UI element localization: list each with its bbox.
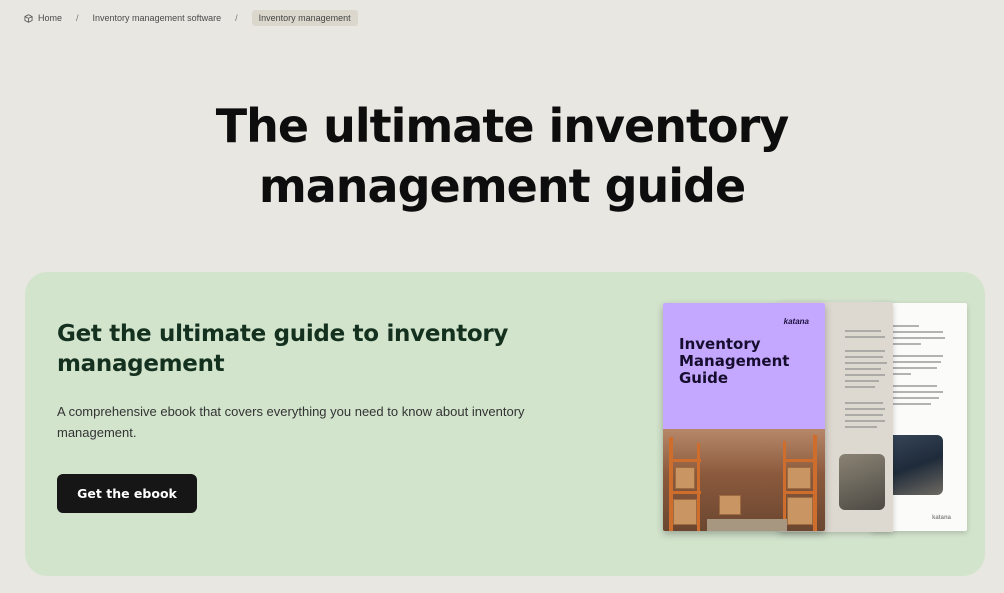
promo-description: A comprehensive ebook that covers everyt… — [57, 404, 525, 440]
breadcrumb-home-label: Home — [38, 13, 63, 23]
ebook-cover-panel: katana Inventory Management Guide — [663, 303, 825, 429]
promo-heading: Get the ultimate guide to inventory mana… — [57, 321, 509, 377]
breadcrumb: Home / Inventory management software / I… — [24, 10, 358, 26]
warehouse-shelf-photo — [839, 454, 885, 510]
page-title: The ultimate inventory management guide — [0, 96, 1004, 216]
page-title-line-2: management guide — [258, 159, 746, 213]
breadcrumb-home-link[interactable]: Home — [24, 13, 62, 23]
ebook-promo-card: Get the ultimate guide to inventory mana… — [25, 272, 985, 576]
back-page-brand: katana — [931, 515, 951, 521]
cube-icon — [24, 13, 33, 23]
warehouse-photo — [663, 429, 825, 531]
breadcrumb-separator: / — [235, 13, 238, 23]
ebook-cover-title: Inventory Management Guide — [679, 335, 790, 387]
breadcrumb-separator: / — [76, 13, 79, 23]
ebook-cover: katana Inventory Management Guide — [663, 303, 825, 531]
breadcrumb-current: Inventory management — [251, 10, 358, 26]
ebook-mockup-image: katana katana Inventory Management Guide — [661, 302, 971, 534]
page-title-line-1: The ultimate inventory — [215, 99, 789, 153]
breadcrumb-software-link[interactable]: Inventory management software — [93, 13, 222, 23]
get-ebook-button[interactable]: Get the ebook — [57, 474, 197, 513]
ebook-brand-logo: katana — [783, 317, 809, 326]
